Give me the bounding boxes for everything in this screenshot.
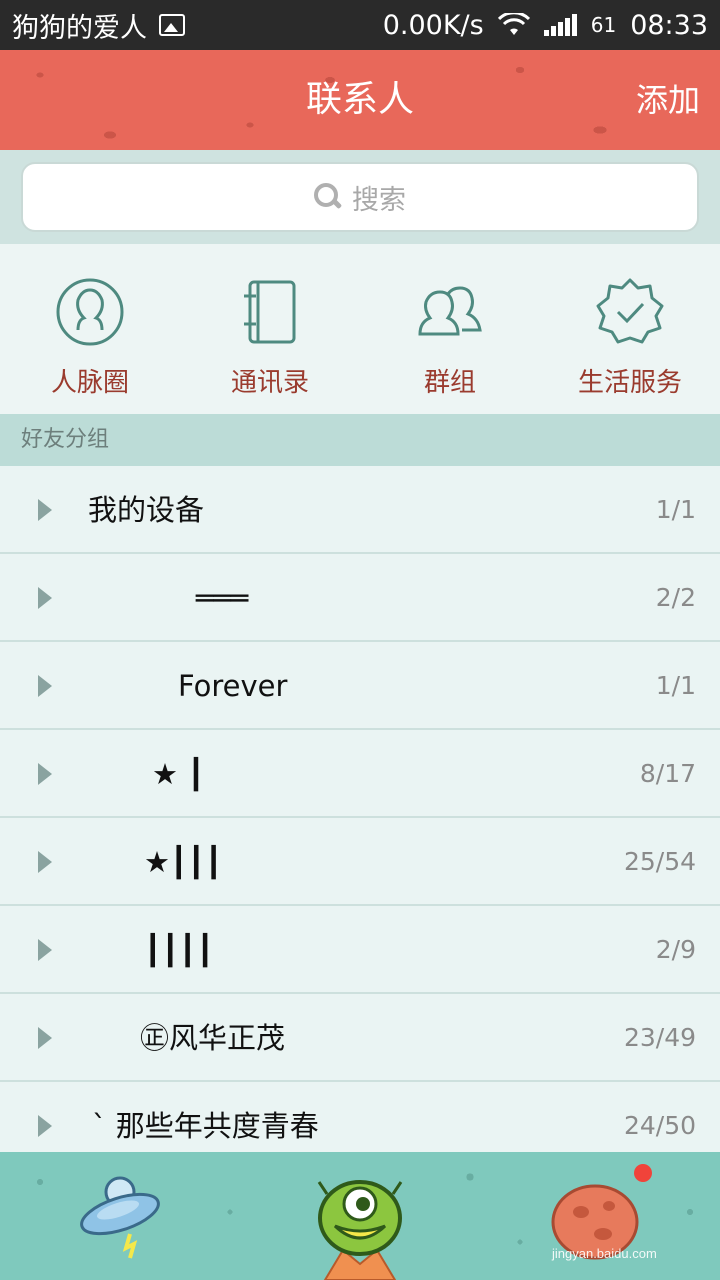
address-book-icon	[244, 280, 296, 344]
group-count: 1/1	[655, 495, 696, 524]
list-item[interactable]: 我的设备 1/1	[0, 466, 720, 554]
quick-entry-network[interactable]: 人脉圈	[0, 244, 180, 414]
group-people-icon	[418, 286, 482, 336]
notification-badge	[634, 1164, 652, 1182]
alien-icon	[317, 1180, 403, 1280]
notification-text: 狗狗的爱人	[12, 12, 147, 44]
search-area: 搜索	[0, 150, 720, 244]
expand-arrow-icon	[38, 499, 52, 521]
group-name: ═══	[196, 581, 249, 615]
battery-level: 61	[590, 13, 617, 37]
quick-entry-label: 群组	[423, 368, 476, 398]
watermark: jingyan.baidu.com	[552, 1246, 657, 1261]
list-item[interactable]: ★ ┃ 8/17	[0, 730, 720, 818]
list-item[interactable]: Forever 1/1	[0, 642, 720, 730]
tab-ufo[interactable]	[70, 1172, 180, 1280]
quick-entry-label: 通讯录	[230, 368, 309, 398]
section-header: 好友分组	[0, 414, 720, 466]
expand-arrow-icon	[38, 851, 52, 873]
wifi-icon	[497, 13, 530, 35]
app-header: 联系人 添加	[0, 50, 720, 150]
group-count: 25/54	[623, 847, 696, 876]
expand-arrow-icon	[38, 939, 52, 961]
expand-arrow-icon	[38, 1027, 52, 1049]
search-icon	[314, 183, 342, 211]
search-input[interactable]: 搜索	[21, 162, 699, 232]
person-circle-icon	[56, 278, 124, 346]
list-item[interactable]: ˋ 那些年共度青春 24/50	[0, 1082, 720, 1152]
quick-entry-groups[interactable]: 群组	[360, 244, 540, 414]
friend-group-list: 我的设备 1/1 ═══ 2/2 Forever 1/1 ★ ┃ 8/17 ★┃…	[0, 466, 720, 1152]
group-name: ★┃┃┃	[144, 845, 223, 879]
group-count: 1/1	[655, 671, 696, 700]
group-name: ㊣风华正茂	[140, 1021, 286, 1055]
quick-entry-contacts[interactable]: 通讯录	[180, 244, 360, 414]
net-speed: 0.00K/s	[382, 9, 484, 41]
expand-arrow-icon	[38, 587, 52, 609]
group-name: ┃┃┃┃	[144, 933, 214, 967]
image-icon	[159, 14, 185, 36]
expand-arrow-icon	[38, 763, 52, 785]
group-count: 8/17	[639, 759, 696, 788]
status-bar: 狗狗的爱人 0.00K/s 61 08:33	[0, 0, 720, 50]
tab-planet[interactable]	[545, 1172, 655, 1280]
quick-entry-label: 人脉圈	[50, 368, 129, 398]
ufo-icon	[80, 1176, 160, 1259]
group-name: 我的设备	[88, 493, 205, 527]
page-title: 联系人	[305, 79, 414, 120]
tab-alien[interactable]	[305, 1172, 415, 1280]
badge-check-icon	[596, 278, 664, 344]
group-count: 2/9	[655, 935, 696, 964]
group-count: 23/49	[623, 1023, 696, 1052]
group-count: 24/50	[623, 1111, 696, 1140]
add-button[interactable]: 添加	[636, 50, 700, 150]
search-placeholder: 搜索	[352, 184, 406, 216]
list-item[interactable]: ┃┃┃┃ 2/9	[0, 906, 720, 994]
quick-entry-services[interactable]: 生活服务	[540, 244, 720, 414]
list-item[interactable]: ═══ 2/2	[0, 554, 720, 642]
group-name: Forever	[178, 669, 288, 703]
list-item[interactable]: ㊣风华正茂 23/49	[0, 994, 720, 1082]
planet-icon	[551, 1184, 639, 1260]
expand-arrow-icon	[38, 1115, 52, 1137]
list-item[interactable]: ★┃┃┃ 25/54	[0, 818, 720, 906]
clock: 08:33	[630, 9, 708, 41]
group-name: ★ ┃	[152, 757, 205, 791]
signal-icon	[543, 14, 577, 36]
quick-entry-bar: 人脉圈 通讯录 群组 生活服务	[0, 244, 720, 414]
group-count: 2/2	[655, 583, 696, 612]
quick-entry-label: 生活服务	[577, 368, 682, 398]
expand-arrow-icon	[38, 675, 52, 697]
group-name: ˋ 那些年共度青春	[92, 1109, 319, 1143]
